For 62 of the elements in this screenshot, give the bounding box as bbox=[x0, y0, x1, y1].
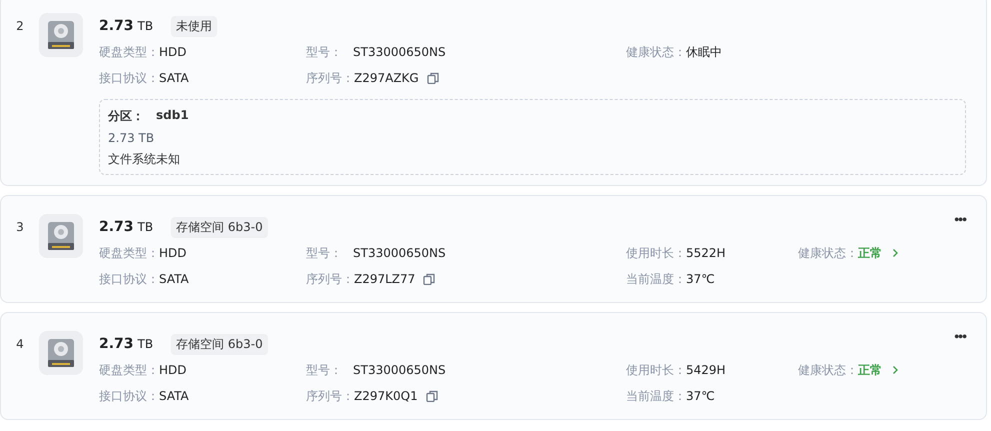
field-label: 硬盘类型： bbox=[99, 244, 159, 262]
disk-size: 2.73 bbox=[99, 219, 134, 235]
field-label: 使用时长： bbox=[626, 362, 686, 378]
disk-tag: 存储空间 6b3-0 bbox=[171, 216, 268, 238]
field-label: 序列号： bbox=[306, 388, 354, 404]
size-unit: TB bbox=[138, 19, 154, 33]
copy-icon[interactable] bbox=[423, 273, 436, 285]
field-value: ST33000650NS bbox=[353, 363, 446, 377]
field-value: Z297LZ77 bbox=[354, 272, 416, 286]
field-value: SATA bbox=[159, 272, 189, 286]
disk-size: 2.73 bbox=[99, 18, 134, 34]
field-value: ST33000650NS bbox=[353, 246, 446, 260]
field-label: 接口协议： bbox=[99, 70, 159, 86]
field-label: 型号： bbox=[306, 244, 343, 262]
disk-tag: 未使用 bbox=[171, 16, 218, 36]
field-value: Z297AZKG bbox=[354, 71, 419, 85]
field-value: 37℃ bbox=[686, 272, 715, 286]
more-menu-button[interactable]: ••• bbox=[954, 329, 966, 343]
field-label: 健康状态： bbox=[626, 44, 686, 60]
field-value: 37℃ bbox=[686, 389, 715, 403]
field-label: 硬盘类型： bbox=[99, 44, 159, 60]
chevron-right-icon[interactable] bbox=[892, 248, 899, 258]
partition-filesystem: 文件系统未知 bbox=[108, 151, 181, 168]
field-value: 5522H bbox=[686, 246, 726, 260]
size-unit: TB bbox=[138, 337, 154, 351]
field-label: 接口协议： bbox=[99, 270, 159, 288]
hard-drive-icon bbox=[45, 19, 77, 51]
field-label: 硬盘类型： bbox=[99, 362, 159, 378]
field-label: 接口协议： bbox=[99, 388, 159, 404]
field-value: SATA bbox=[159, 71, 189, 85]
field-label: 当前温度： bbox=[626, 270, 686, 288]
disk-index: 2 bbox=[15, 19, 25, 33]
field-label: 当前温度： bbox=[626, 388, 686, 404]
disk-index: 3 bbox=[15, 220, 25, 234]
partition-name: sdb1 bbox=[156, 108, 189, 124]
field-value: Z297K0Q1 bbox=[354, 389, 418, 403]
chevron-right-icon[interactable] bbox=[892, 365, 899, 375]
copy-icon[interactable] bbox=[426, 72, 439, 84]
more-menu-button[interactable]: ••• bbox=[954, 212, 966, 226]
field-value: HDD bbox=[159, 363, 187, 377]
field-value: HDD bbox=[159, 246, 187, 260]
field-label: 序列号： bbox=[306, 70, 354, 86]
copy-icon[interactable] bbox=[426, 390, 438, 402]
field-value: ST33000650NS bbox=[353, 45, 446, 59]
field-label: 序列号： bbox=[306, 270, 354, 288]
partition-label: 分区： bbox=[108, 108, 144, 125]
partition-size: 2.73 TB bbox=[108, 131, 156, 145]
field-value: 休眠中 bbox=[686, 44, 722, 60]
field-label: 型号： bbox=[306, 44, 343, 60]
hard-drive-icon bbox=[45, 220, 77, 252]
disk-tag: 存储空间 6b3-0 bbox=[171, 334, 268, 354]
field-value: 5429H bbox=[686, 363, 726, 377]
hard-drive-icon bbox=[45, 337, 77, 369]
disk-index: 4 bbox=[15, 337, 25, 351]
field-value: HDD bbox=[159, 45, 187, 59]
field-value: SATA bbox=[159, 389, 189, 403]
field-label: 型号： bbox=[306, 362, 343, 378]
disk-size: 2.73 bbox=[99, 336, 134, 352]
field-label: 健康状态： bbox=[798, 362, 858, 378]
size-unit: TB bbox=[138, 220, 154, 234]
field-label: 使用时长： bbox=[626, 244, 686, 262]
field-label: 健康状态： bbox=[798, 244, 858, 262]
